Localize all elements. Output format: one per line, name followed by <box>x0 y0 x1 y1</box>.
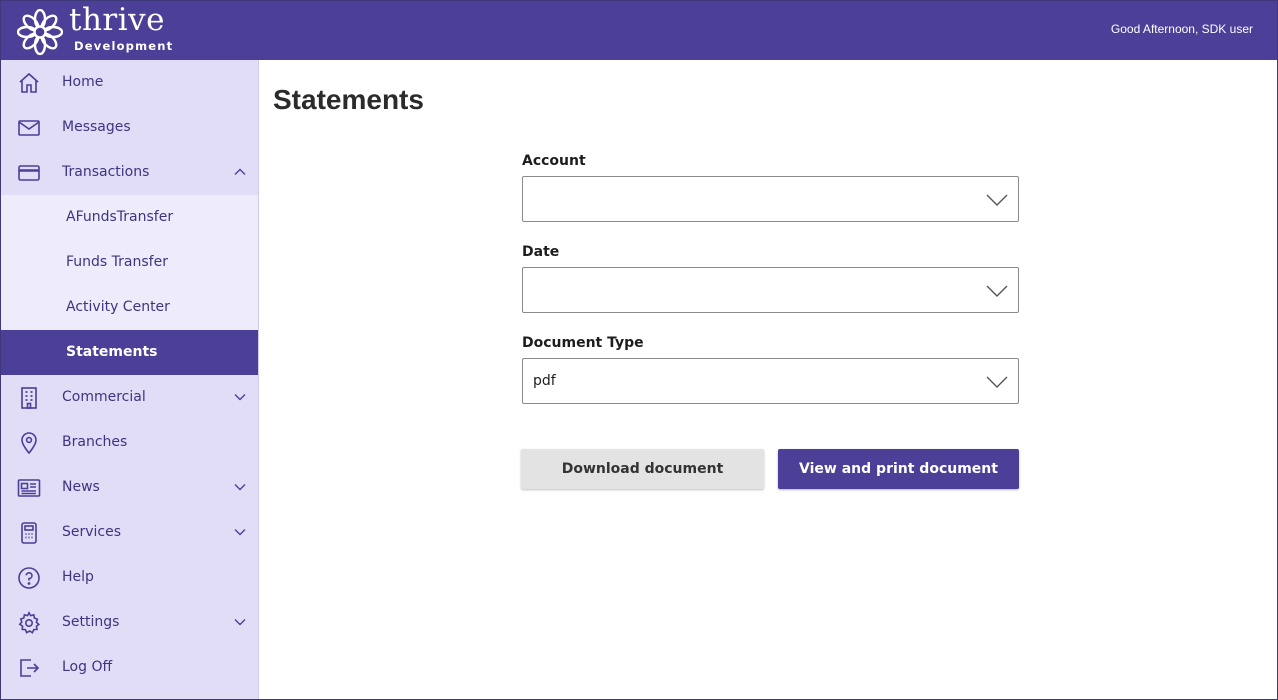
gear-icon <box>18 611 41 634</box>
chevron-down-icon <box>234 529 246 536</box>
sidebar-subitem-label: AFundsTransfer <box>66 209 174 225</box>
chevron-down-icon <box>986 194 1008 206</box>
sidebar-subitem-label: Activity Center <box>66 299 170 315</box>
sidebar-item-label: Branches <box>62 434 128 450</box>
sidebar-item-log-off[interactable]: Log Off <box>1 645 258 690</box>
sidebar-subitem-label: Funds Transfer <box>66 254 168 270</box>
account-select[interactable] <box>522 176 1019 222</box>
newspaper-icon <box>17 479 41 497</box>
document-type-label: Document Type <box>522 335 644 351</box>
mail-icon <box>18 120 40 136</box>
user-greeting: Good Afternoon, SDK user <box>1110 22 1253 36</box>
sidebar-nav: Home Messages Transactions AFundsTransfe… <box>1 60 259 699</box>
logout-icon <box>20 659 40 677</box>
page-title: Statements <box>273 84 424 115</box>
sidebar-item-commercial[interactable]: Commercial <box>1 375 258 420</box>
logo-wordmark: thrive <box>69 2 166 38</box>
top-header: thrive Development Good Afternoon, SDK u… <box>1 1 1277 60</box>
chevron-down-icon <box>986 376 1008 388</box>
sidebar-subitem-funds-transfer[interactable]: Funds Transfer <box>1 240 258 285</box>
sidebar-item-label: Messages <box>62 119 131 135</box>
sidebar-item-help[interactable]: Help <box>1 555 258 600</box>
sidebar-item-messages[interactable]: Messages <box>1 105 258 150</box>
sidebar-item-transactions[interactable]: Transactions <box>1 150 258 195</box>
sidebar-item-branches[interactable]: Branches <box>1 420 258 465</box>
sidebar-item-services[interactable]: Services <box>1 510 258 555</box>
sidebar-item-label: Log Off <box>62 659 113 675</box>
document-type-select[interactable]: pdf <box>522 358 1019 404</box>
sidebar-item-home[interactable]: Home <box>1 60 258 105</box>
calculator-icon <box>21 522 37 544</box>
chevron-down-icon <box>986 285 1008 297</box>
sidebar-item-label: Services <box>62 524 122 540</box>
sidebar-item-label: Transactions <box>62 164 150 180</box>
sidebar-item-label: Settings <box>62 614 120 630</box>
home-icon <box>19 72 39 93</box>
date-label: Date <box>522 244 560 260</box>
chevron-down-icon <box>234 484 246 491</box>
download-document-button[interactable]: Download document <box>521 449 764 489</box>
view-print-document-button[interactable]: View and print document <box>778 449 1019 489</box>
document-type-select-value: pdf <box>533 373 556 389</box>
sidebar-item-label: Help <box>62 569 94 585</box>
logo-subtitle: Development <box>74 39 174 53</box>
sidebar-item-label: News <box>62 479 100 495</box>
flower-logo-icon <box>17 9 63 55</box>
chevron-down-icon <box>234 619 246 626</box>
thrive-logo[interactable]: thrive Development <box>17 3 177 55</box>
main-content: Statements Account Date Document Type pd… <box>260 60 1277 699</box>
sidebar-item-settings[interactable]: Settings <box>1 600 258 645</box>
sidebar-subitem-statements[interactable]: Statements <box>1 330 258 375</box>
sidebar-item-label: Home <box>62 74 104 90</box>
sidebar-subitem-afundstransfer[interactable]: AFundsTransfer <box>1 195 258 240</box>
chevron-up-icon <box>234 168 246 175</box>
help-circle-icon <box>18 567 40 589</box>
sidebar-subitem-label: Statements <box>66 344 158 360</box>
sidebar-item-news[interactable]: News <box>1 465 258 510</box>
sidebar-item-label: Commercial <box>62 389 146 405</box>
date-select[interactable] <box>522 267 1019 313</box>
credit-card-icon <box>18 165 40 181</box>
app-window: thrive Development Good Afternoon, SDK u… <box>0 0 1278 700</box>
chevron-down-icon <box>234 394 246 401</box>
map-pin-icon <box>21 432 37 455</box>
account-label: Account <box>522 153 586 169</box>
building-icon <box>21 387 37 409</box>
sidebar-subitem-activity-center[interactable]: Activity Center <box>1 285 258 330</box>
